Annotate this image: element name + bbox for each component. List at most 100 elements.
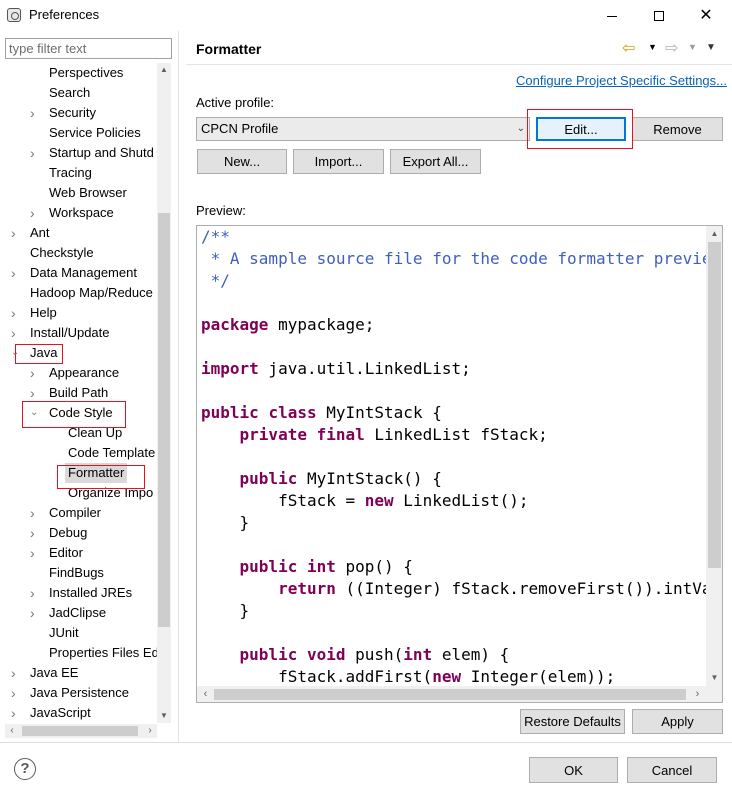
tree-item[interactable]: › Security	[5, 103, 157, 123]
tree-item[interactable]: › Workspace	[5, 203, 157, 223]
back-dropdown-icon[interactable]: ▼	[648, 42, 657, 52]
tree-item[interactable]: › Ant	[5, 223, 157, 243]
tree-item[interactable]: › Install/Update	[5, 323, 157, 343]
tree-item[interactable]: Checkstyle	[5, 243, 157, 263]
chevron-right-icon[interactable]: ›	[30, 583, 40, 603]
chevron-down-icon[interactable]: ⌄	[11, 343, 21, 363]
tree-item[interactable]: Perspectives	[5, 63, 157, 83]
tree-item[interactable]: › Help	[5, 303, 157, 323]
tree-item[interactable]: Formatter	[5, 463, 157, 483]
code-line: public class MyIntStack {	[201, 402, 442, 424]
tree-item[interactable]: Tracing	[5, 163, 157, 183]
forward-dropdown-icon[interactable]: ▼	[688, 42, 697, 52]
tree-item-label: JadClipse	[49, 605, 107, 620]
tree-item[interactable]: Properties Files Ed	[5, 643, 157, 663]
scroll-down-icon[interactable]: ▼	[706, 670, 722, 686]
tree-horizontal-scrollbar[interactable]: ‹ ›	[5, 724, 157, 738]
tree-item[interactable]: Search	[5, 83, 157, 103]
chevron-right-icon[interactable]: ›	[11, 223, 21, 243]
tree-item[interactable]: › Java Persistence	[5, 683, 157, 703]
tree-item[interactable]: › Installed JREs	[5, 583, 157, 603]
chevron-right-icon[interactable]: ›	[30, 103, 40, 123]
tree-vertical-scrollbar[interactable]: ▲ ▼	[157, 63, 171, 723]
new-button[interactable]: New...	[197, 149, 287, 174]
active-profile-value: CPCN Profile	[201, 121, 279, 136]
chevron-right-icon[interactable]: ›	[30, 143, 40, 163]
tree-item[interactable]: Web Browser	[5, 183, 157, 203]
preview-horizontal-scrollbar[interactable]: ‹ ›	[197, 686, 706, 702]
pane-sash[interactable]	[178, 31, 179, 742]
maximize-button[interactable]	[636, 0, 682, 31]
chevron-right-icon[interactable]: ›	[11, 683, 21, 703]
chevron-right-icon[interactable]: ›	[30, 503, 40, 523]
tree-item[interactable]: Code Template	[5, 443, 157, 463]
tree-item[interactable]: › JadClipse	[5, 603, 157, 623]
chevron-right-icon[interactable]: ›	[11, 323, 21, 343]
scroll-left-icon[interactable]: ‹	[197, 686, 214, 702]
chevron-right-icon[interactable]: ›	[30, 603, 40, 623]
tree-item[interactable]: › Startup and Shutd	[5, 143, 157, 163]
help-icon[interactable]: ?	[14, 758, 36, 780]
apply-button[interactable]: Apply	[632, 709, 723, 734]
filter-input[interactable]	[5, 38, 172, 59]
tree-item[interactable]: › Debug	[5, 523, 157, 543]
tree-scroll-thumb[interactable]	[158, 213, 170, 627]
scroll-right-icon[interactable]: ›	[689, 686, 706, 702]
scroll-down-icon[interactable]: ▼	[157, 709, 171, 723]
tree-item[interactable]: › Data Management	[5, 263, 157, 283]
export-all-button[interactable]: Export All...	[390, 149, 481, 174]
active-profile-select[interactable]: CPCN Profile ⌄	[196, 117, 530, 141]
restore-defaults-button[interactable]: Restore Defaults	[520, 709, 625, 734]
preview-scroll-thumb[interactable]	[708, 242, 721, 568]
scroll-left-icon[interactable]: ‹	[5, 724, 19, 738]
remove-button[interactable]: Remove	[632, 117, 723, 141]
tree-item[interactable]: Service Policies	[5, 123, 157, 143]
back-arrow-icon[interactable]: ⇦	[622, 38, 635, 58]
minimize-button[interactable]	[589, 0, 635, 31]
tree-item-label: JUnit	[49, 625, 79, 640]
chevron-right-icon[interactable]: ›	[30, 203, 40, 223]
code-line: fStack = new LinkedList();	[201, 490, 528, 512]
preview-hscroll-thumb[interactable]	[214, 689, 686, 700]
code-text: fStack =	[201, 491, 365, 510]
tree-item[interactable]: ⌄ Java	[5, 343, 157, 363]
tree-item[interactable]: FindBugs	[5, 563, 157, 583]
chevron-right-icon[interactable]: ›	[30, 543, 40, 563]
tree-item[interactable]: › Appearance	[5, 363, 157, 383]
tree-item[interactable]: › JavaScript	[5, 703, 157, 723]
cancel-button[interactable]: Cancel	[627, 757, 717, 783]
view-menu-icon[interactable]: ▼	[706, 42, 716, 53]
tree-item[interactable]: › Java EE	[5, 663, 157, 683]
scroll-up-icon[interactable]: ▲	[706, 226, 722, 242]
edit-button[interactable]: Edit...	[536, 117, 626, 141]
tree-item[interactable]: JUnit	[5, 623, 157, 643]
scroll-up-icon[interactable]: ▲	[157, 63, 171, 77]
import-button[interactable]: Import...	[293, 149, 384, 174]
tree-item[interactable]: ⌄ Code Style	[5, 403, 157, 423]
preview-vertical-scrollbar[interactable]: ▲ ▼	[706, 226, 722, 686]
forward-arrow-icon[interactable]: ⇨	[665, 38, 678, 58]
tree-item[interactable]: › Compiler	[5, 503, 157, 523]
tree-item[interactable]: Organize Impo	[5, 483, 157, 503]
code-text: MyIntStack {	[316, 403, 442, 422]
chevron-right-icon[interactable]: ›	[11, 263, 21, 283]
tree-item[interactable]: › Editor	[5, 543, 157, 563]
chevron-right-icon[interactable]: ›	[30, 363, 40, 383]
chevron-down-icon: ⌄	[516, 123, 525, 134]
chevron-right-icon[interactable]: ›	[11, 703, 21, 723]
tree-item[interactable]: Hadoop Map/Reduce	[5, 283, 157, 303]
close-button[interactable]: ✕	[683, 0, 729, 31]
tree-item[interactable]: Clean Up	[5, 423, 157, 443]
chevron-right-icon[interactable]: ›	[11, 663, 21, 683]
tree-item[interactable]: › Build Path	[5, 383, 157, 403]
chevron-down-icon[interactable]: ⌄	[30, 403, 40, 423]
chevron-right-icon[interactable]: ›	[30, 383, 40, 403]
chevron-right-icon[interactable]: ›	[11, 303, 21, 323]
tree-item-label: Service Policies	[49, 125, 141, 140]
configure-project-settings-link[interactable]: Configure Project Specific Settings...	[516, 73, 727, 88]
ok-button[interactable]: OK	[529, 757, 618, 783]
tree-item-label: Build Path	[49, 385, 109, 400]
scroll-right-icon[interactable]: ›	[143, 724, 157, 738]
tree-hscroll-thumb[interactable]	[22, 726, 138, 736]
chevron-right-icon[interactable]: ›	[30, 523, 40, 543]
